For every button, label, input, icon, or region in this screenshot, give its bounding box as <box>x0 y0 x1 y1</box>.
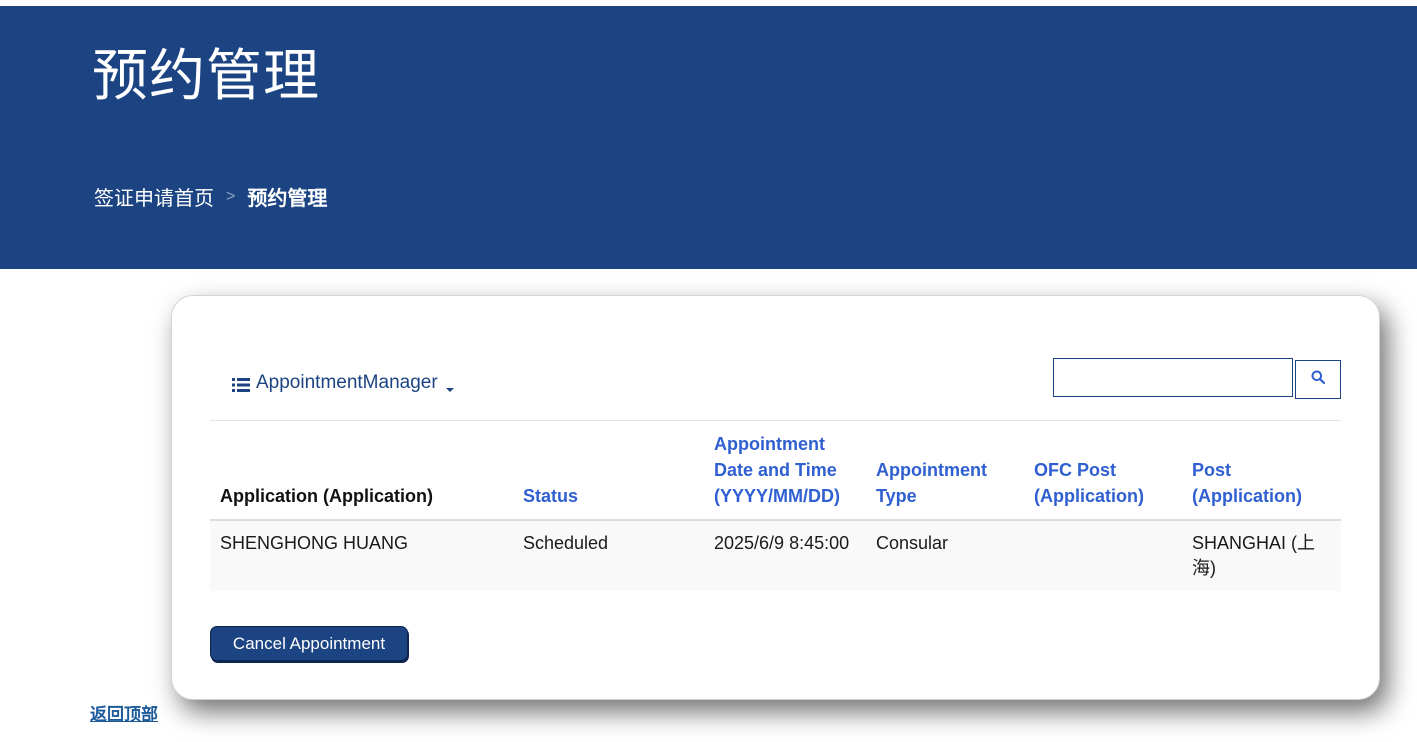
breadcrumb-separator: > <box>226 187 236 205</box>
breadcrumb-home-link[interactable]: 签证申请首页 <box>94 182 214 211</box>
breadcrumb-current: 预约管理 <box>247 188 328 210</box>
cell-status: Scheduled <box>513 520 704 591</box>
column-header-application[interactable]: Application (Application) <box>210 431 513 521</box>
page-title: 预约管理 <box>92 44 320 109</box>
cell-ofc-post <box>1024 520 1182 591</box>
column-header-type[interactable]: Appointment Type <box>866 431 1024 521</box>
column-header-date-time[interactable]: Appointment Date and Time (YYYY/MM/DD) <box>704 431 866 521</box>
view-selector-label: AppointmentManager <box>256 372 438 393</box>
search-icon <box>1311 370 1326 389</box>
appointment-card: AppointmentManager Application (Applicat… <box>171 295 1380 700</box>
search-button[interactable] <box>1295 360 1341 399</box>
cell-date-time: 2025/6/9 8:45:00 <box>704 520 866 591</box>
back-to-top-link[interactable]: 返回顶部 <box>90 700 158 725</box>
cancel-appointment-button[interactable]: Cancel Appointment <box>210 626 408 661</box>
column-header-ofc-post[interactable]: OFC Post (Application) <box>1024 431 1182 521</box>
cell-post: SHANGHAI (上海) <box>1182 520 1341 591</box>
page-header: 预约管理 签证申请首页 > 预约管理 <box>0 6 1417 269</box>
cell-type: Consular <box>866 520 1024 591</box>
list-icon <box>232 376 250 392</box>
view-selector-dropdown[interactable]: AppointmentManager <box>232 372 454 394</box>
search-input[interactable] <box>1053 358 1293 397</box>
appointments-table: Application (Application) Status Appoint… <box>210 431 1341 591</box>
breadcrumb: 签证申请首页 > 预约管理 <box>94 182 327 211</box>
column-header-post[interactable]: Post (Application) <box>1182 431 1341 521</box>
table-header-row: Application (Application) Status Appoint… <box>210 431 1341 521</box>
table-row[interactable]: SHENGHONG HUANG Scheduled 2025/6/9 8:45:… <box>210 520 1341 591</box>
column-header-status[interactable]: Status <box>513 431 704 521</box>
cell-application: SHENGHONG HUANG <box>210 520 513 591</box>
toolbar: AppointmentManager <box>210 358 1341 421</box>
caret-down-icon <box>445 388 454 392</box>
